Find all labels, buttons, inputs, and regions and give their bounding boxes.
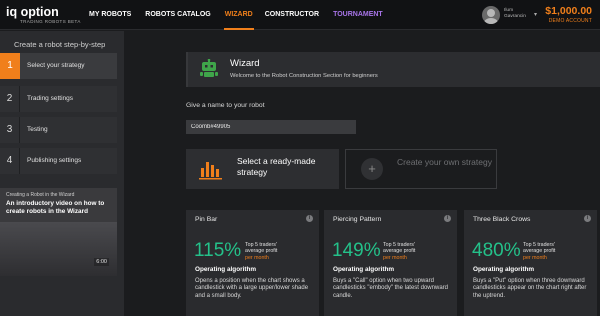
robot-icon xyxy=(200,59,218,77)
chevron-down-icon: ▾ xyxy=(534,12,538,18)
algorithm-heading: Operating algorithm xyxy=(333,266,395,273)
profit-percent: 480% xyxy=(472,240,521,261)
bar-chart-icon xyxy=(199,162,222,180)
strategy-name: Piercing Pattern xyxy=(333,216,382,223)
nav-robots-catalog[interactable]: ROBOTS CATALOG xyxy=(140,0,215,30)
logo-wordmark: iq option xyxy=(6,5,59,19)
nav-constructor[interactable]: CONSTRUCTOR xyxy=(260,0,324,30)
profit-period: per month xyxy=(245,254,269,261)
step-trading-settings[interactable]: 2 Trading settings xyxy=(0,86,117,112)
balance-widget[interactable]: $1,000.00 DEMO ACCOUNT xyxy=(545,5,592,24)
step-number: 4 xyxy=(0,148,20,174)
video-kicker: Creating a Robot in the Wizard xyxy=(6,192,75,198)
nav-tournament[interactable]: TOURNAMENT xyxy=(328,0,388,30)
info-icon[interactable]: i xyxy=(306,215,313,222)
main-nav: MY ROBOTS ROBOTS CATALOG WIZARD CONSTRUC… xyxy=(84,0,388,30)
profit-period: per month xyxy=(383,254,407,261)
step-label: Select your strategy xyxy=(27,62,85,69)
robot-name-label: Give a name to your robot xyxy=(186,102,265,109)
strategy-card-pin-bar[interactable]: Pin Bar i 115% Top 5 traders' average pr… xyxy=(186,210,319,316)
account-type: DEMO ACCOUNT xyxy=(548,18,592,24)
profit-caption: Top 5 traders' average profit per month xyxy=(523,242,595,261)
sidebar: Create a robot step-by-step 1 Select you… xyxy=(0,31,124,316)
wizard-title: Wizard xyxy=(230,58,260,69)
info-icon[interactable]: i xyxy=(584,215,591,222)
profit-percent: 149% xyxy=(332,240,381,261)
strategy-card-piercing-pattern[interactable]: Piercing Pattern i 149% Top 5 traders' a… xyxy=(324,210,457,316)
create-own-strategy-label: Create your own strategy xyxy=(397,157,492,167)
step-select-strategy[interactable]: 1 Select your strategy xyxy=(0,53,117,79)
step-label: Testing xyxy=(27,126,48,133)
select-ready-made-strategy-button[interactable]: Select a ready-made strategy xyxy=(186,149,339,189)
main-content: Wizard Welcome to the Robot Construction… xyxy=(124,31,600,316)
sidebar-title: Create a robot step-by-step xyxy=(14,40,106,49)
info-icon[interactable]: i xyxy=(444,215,451,222)
iq-option-logo[interactable]: iq option TRADING ROBOTS BETA xyxy=(6,5,80,25)
nav-wizard[interactable]: WIZARD xyxy=(220,0,258,30)
algorithm-description: Opens a position when the chart shows a … xyxy=(195,278,309,299)
nav-my-robots[interactable]: MY ROBOTS xyxy=(84,0,136,30)
intro-video-thumbnail[interactable]: Creating a Robot in the Wizard An introd… xyxy=(0,188,117,276)
step-number: 1 xyxy=(0,53,20,79)
wizard-banner: Wizard Welcome to the Robot Construction… xyxy=(186,52,600,87)
wizard-subtitle: Welcome to the Robot Construction Sectio… xyxy=(230,73,378,79)
profit-percent: 115% xyxy=(194,240,242,261)
algorithm-description: Buys a "Put" option when three downward … xyxy=(473,278,587,299)
logo-tagline: TRADING ROBOTS BETA xyxy=(20,19,81,24)
step-label: Publishing settings xyxy=(27,157,82,164)
algorithm-description: Buys a "Call" option when two upward can… xyxy=(333,278,448,299)
step-testing[interactable]: 3 Testing xyxy=(0,117,117,143)
algorithm-heading: Operating algorithm xyxy=(195,266,257,273)
profit-period: per month xyxy=(523,254,547,261)
algorithm-heading: Operating algorithm xyxy=(473,266,535,273)
strategy-name: Three Black Crows xyxy=(473,216,531,223)
user-name: Ilum Gavrancin xyxy=(504,8,526,19)
ready-made-strategy-label: Select a ready-made strategy xyxy=(237,156,316,177)
top-navigation-bar: iq option TRADING ROBOTS BETA MY ROBOTS … xyxy=(0,0,600,30)
strategy-card-three-black-crows[interactable]: Three Black Crows i 480% Top 5 traders' … xyxy=(464,210,597,316)
step-number: 3 xyxy=(0,117,20,143)
logo-text: iq option xyxy=(6,5,59,19)
plus-icon: + xyxy=(361,158,383,180)
avatar xyxy=(482,6,500,24)
video-duration: 6:00 xyxy=(94,258,109,266)
profit-caption: Top 5 traders' average profit per month xyxy=(383,242,455,261)
step-publishing-settings[interactable]: 4 Publishing settings xyxy=(0,148,117,174)
step-number: 2 xyxy=(0,86,20,112)
step-label: Trading settings xyxy=(27,95,74,102)
robot-name-input[interactable] xyxy=(186,120,356,134)
balance-amount: $1,000.00 xyxy=(545,5,592,17)
create-own-strategy-button[interactable]: + Create your own strategy xyxy=(345,149,497,189)
strategy-name: Pin Bar xyxy=(195,216,218,223)
profit-caption: Top 5 traders' average profit per month xyxy=(245,242,317,261)
user-menu[interactable]: Ilum Gavrancin ▾ xyxy=(482,4,540,26)
video-frame xyxy=(0,222,117,276)
video-title: An introductory video on how to create r… xyxy=(6,200,105,215)
